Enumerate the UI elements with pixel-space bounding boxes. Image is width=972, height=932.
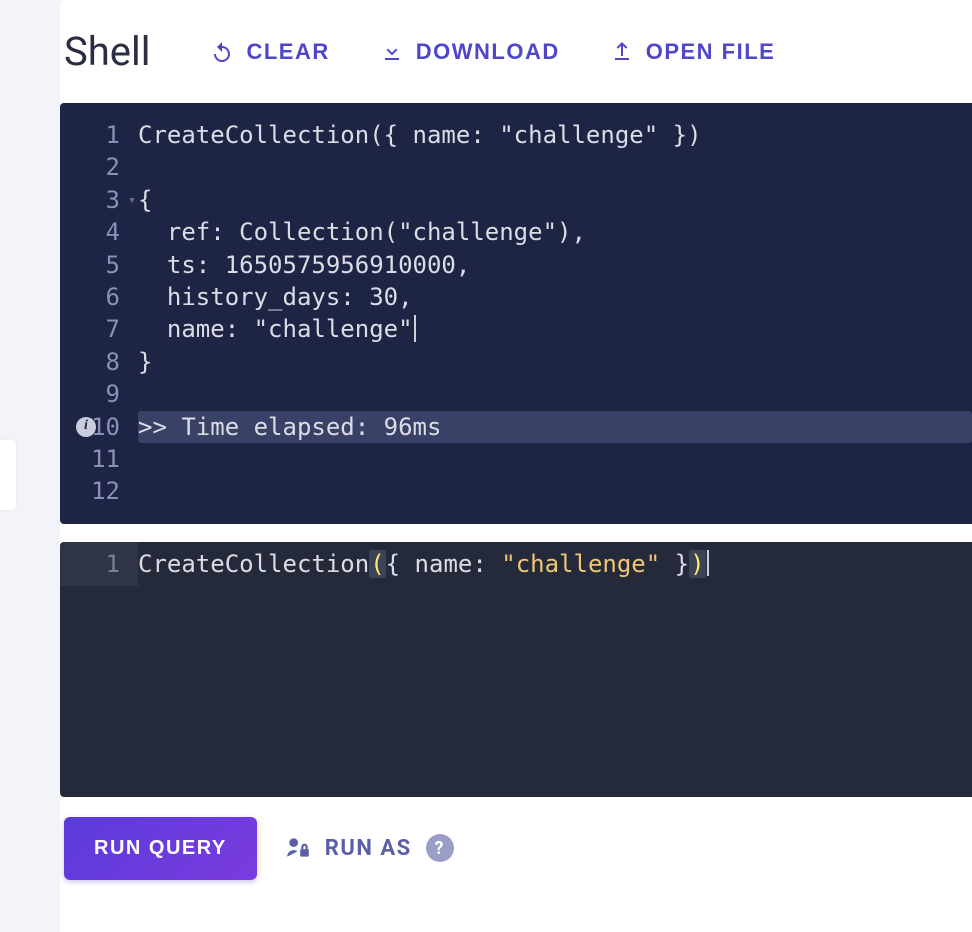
- shell-header: Shell CLEAR DOWNLOAD OPEN FILE: [60, 28, 972, 75]
- line-content: name: "challenge": [138, 313, 972, 345]
- run-query-button[interactable]: RUN QUERY: [64, 817, 257, 880]
- line-number: 9: [60, 378, 138, 410]
- line-content: CreateCollection({ name: "challenge" }): [138, 119, 972, 151]
- line-content: history_days: 30,: [138, 281, 972, 313]
- download-button[interactable]: DOWNLOAD: [380, 39, 560, 65]
- line-number: 2: [60, 151, 138, 183]
- line-number: 5: [60, 249, 138, 281]
- output-line: 3▾{: [60, 184, 972, 216]
- undo-icon: [210, 40, 234, 64]
- output-pane[interactable]: 1CreateCollection({ name: "challenge" })…: [60, 103, 972, 524]
- open-file-button[interactable]: OPEN FILE: [610, 39, 776, 65]
- caret-icon: [707, 550, 709, 576]
- caret-icon: [414, 315, 416, 341]
- line-number: 8: [60, 346, 138, 378]
- line-number: 4: [60, 216, 138, 248]
- line-number: 11: [60, 443, 138, 475]
- input-pane[interactable]: 1 CreateCollection({ name: "challenge" }…: [60, 542, 972, 797]
- clear-label: CLEAR: [246, 39, 329, 65]
- line-content: ts: 1650575956910000,: [138, 249, 972, 281]
- open-paren-highlight: (: [369, 550, 385, 578]
- help-icon[interactable]: ?: [426, 834, 454, 862]
- output-line: 2: [60, 151, 972, 183]
- output-line: 4 ref: Collection("challenge"),: [60, 216, 972, 248]
- line-content: {: [138, 184, 972, 216]
- action-bar: RUN QUERY RUN AS ?: [60, 817, 972, 880]
- output-line: 12: [60, 475, 972, 507]
- output-line: 6 history_days: 30,: [60, 281, 972, 313]
- line-number: 12: [60, 475, 138, 507]
- fold-caret-icon[interactable]: ▾: [128, 192, 136, 210]
- page-title: Shell: [64, 28, 150, 75]
- line-content: [138, 443, 972, 475]
- download-label: DOWNLOAD: [416, 39, 560, 65]
- line-content: [138, 378, 972, 410]
- user-lock-icon: [285, 835, 311, 861]
- download-icon: [380, 40, 404, 64]
- line-number: 1: [60, 119, 138, 151]
- line-number: 3▾: [60, 184, 138, 216]
- output-line: 7 name: "challenge": [60, 313, 972, 345]
- line-number: 6: [60, 281, 138, 313]
- line-number: 7: [60, 313, 138, 345]
- info-icon[interactable]: i: [76, 417, 96, 437]
- output-line: 10i >> Time elapsed: 96ms: [60, 411, 972, 443]
- output-line: 9: [60, 378, 972, 410]
- upload-icon: [610, 40, 634, 64]
- line-content: ref: Collection("challenge"),: [138, 216, 972, 248]
- input-row: 1 CreateCollection({ name: "challenge" }…: [60, 542, 972, 586]
- line-content: >> Time elapsed: 96ms: [138, 411, 972, 443]
- shell-panel: Shell CLEAR DOWNLOAD OPEN FILE 1CreateCo…: [60, 0, 972, 932]
- input-content[interactable]: CreateCollection({ name: "challenge" }): [138, 542, 972, 586]
- run-as-button[interactable]: RUN AS ?: [285, 834, 454, 862]
- output-line: 11: [60, 443, 972, 475]
- input-line-number: 1: [60, 542, 138, 586]
- clear-button[interactable]: CLEAR: [210, 39, 329, 65]
- open-file-label: OPEN FILE: [646, 39, 776, 65]
- line-content: [138, 151, 972, 183]
- output-line: 1CreateCollection({ name: "challenge" }): [60, 119, 972, 151]
- output-line: 8}: [60, 346, 972, 378]
- run-as-label: RUN AS: [325, 836, 412, 861]
- line-content: }: [138, 346, 972, 378]
- left-edge-stub: [0, 440, 16, 510]
- line-content: [138, 475, 972, 507]
- output-line: 5 ts: 1650575956910000,: [60, 249, 972, 281]
- close-paren-highlight: ): [689, 550, 705, 578]
- line-number: 10: [60, 411, 138, 443]
